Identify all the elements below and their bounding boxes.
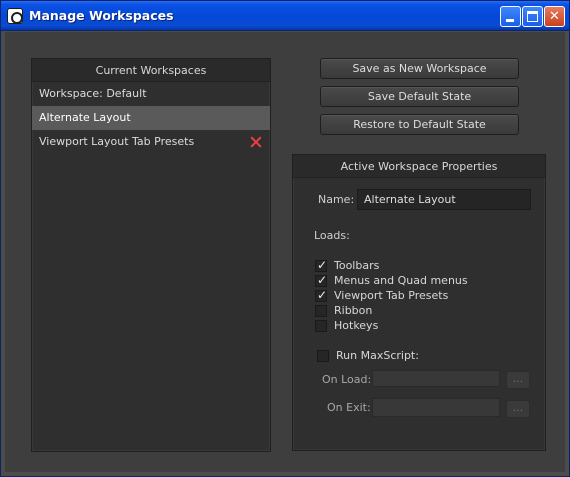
workspace-name-field[interactable]: Alternate Layout [357, 189, 531, 210]
properties-header: Active Workspace Properties [293, 155, 545, 178]
close-icon: ✕ [549, 9, 560, 24]
restore-default-state-button[interactable]: Restore to Default State [320, 114, 519, 135]
viewport-tab-presets-checkbox[interactable] [315, 288, 327, 302]
save-default-state-button[interactable]: Save Default State [320, 86, 519, 107]
workspace-list-panel: Current Workspaces Workspace: Default Al… [31, 58, 271, 452]
toolbars-checkbox[interactable] [315, 258, 327, 272]
workspace-list-header: Current Workspaces [32, 59, 270, 82]
on-load-script-field[interactable] [372, 370, 500, 387]
app-icon [7, 8, 23, 24]
dialog-body: Current Workspaces Workspace: Default Al… [5, 32, 565, 472]
save-as-new-workspace-button[interactable]: Save as New Workspace [320, 58, 519, 79]
on-exit-script-field[interactable] [372, 398, 500, 417]
ribbon-checkbox[interactable] [315, 305, 327, 317]
minimize-button[interactable] [500, 6, 521, 27]
title-bar[interactable]: Manage Workspaces ✕ [1, 1, 569, 31]
on-load-browse-button[interactable]: ... [506, 371, 530, 389]
run-maxscript-checkbox[interactable] [317, 350, 329, 362]
manage-workspaces-window: Manage Workspaces ✕ Current Workspaces W… [0, 0, 570, 477]
maximize-button[interactable] [522, 6, 543, 27]
menus-quad-menus-checkbox-label: Menus and Quad menus [334, 274, 468, 287]
minimize-icon [506, 19, 514, 22]
list-item-alternate-layout[interactable]: Alternate Layout [32, 106, 270, 130]
maximize-icon [527, 11, 538, 22]
list-item-workspace-default[interactable]: Workspace: Default [32, 82, 270, 106]
list-item-label: Workspace: Default [39, 87, 147, 100]
list-item-label: Alternate Layout [39, 111, 131, 124]
list-item-viewport-layout-tab-presets[interactable]: Viewport Layout Tab Presets [32, 130, 270, 154]
on-exit-browse-button[interactable]: ... [506, 400, 530, 418]
hotkeys-checkbox-label: Hotkeys [334, 319, 379, 332]
hotkeys-checkbox[interactable] [315, 320, 327, 332]
toolbars-checkbox-label: Toolbars [334, 259, 380, 272]
menus-quad-menus-checkbox[interactable] [315, 273, 327, 287]
list-item-label: Viewport Layout Tab Presets [39, 135, 195, 148]
on-exit-label: On Exit: [327, 401, 371, 414]
viewport-tab-presets-checkbox-label: Viewport Tab Presets [334, 289, 449, 302]
on-load-label: On Load: [322, 373, 372, 386]
window-title: Manage Workspaces [29, 8, 174, 23]
active-workspace-properties-panel: Active Workspace Properties Name: Altern… [292, 154, 546, 451]
delete-x-icon[interactable] [250, 136, 262, 148]
run-maxscript-label: Run MaxScript: [336, 349, 419, 362]
loads-label: Loads: [314, 229, 350, 242]
close-button[interactable]: ✕ [544, 6, 565, 27]
name-label: Name: [318, 193, 355, 206]
ribbon-checkbox-label: Ribbon [334, 304, 373, 317]
